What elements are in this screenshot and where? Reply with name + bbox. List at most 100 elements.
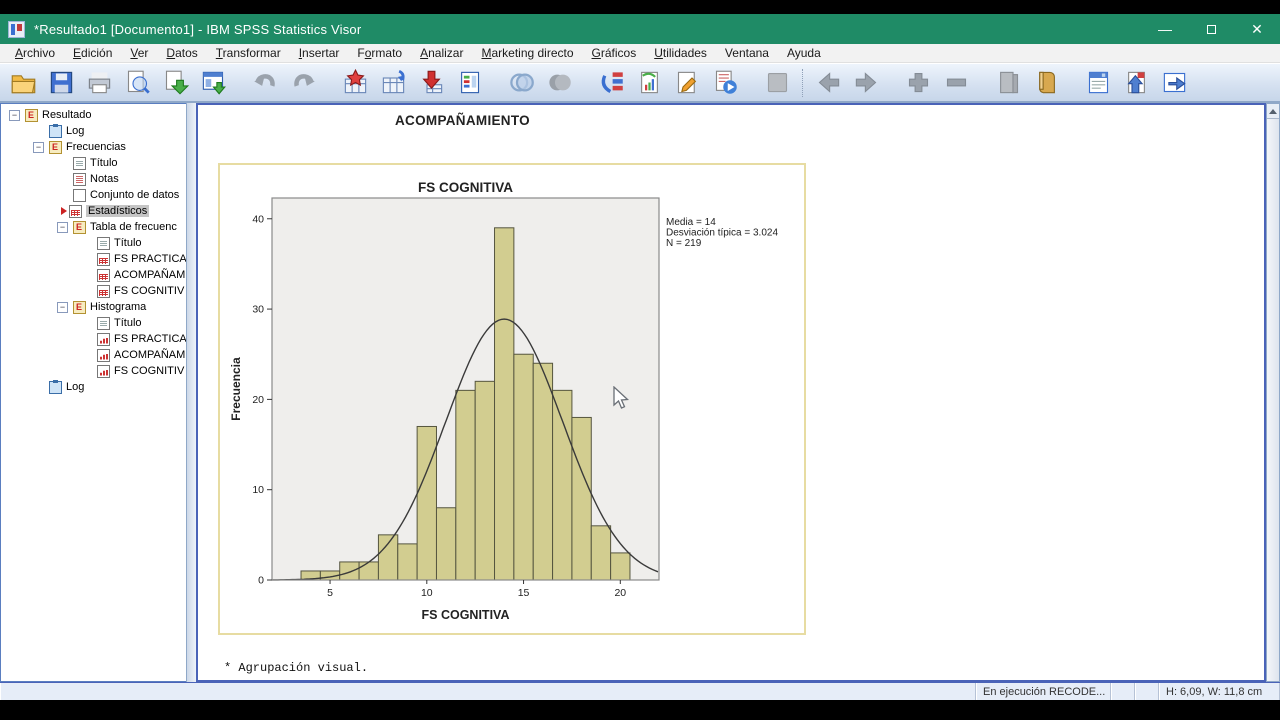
tree-item-log-2[interactable]: Log xyxy=(1,379,186,395)
toolbar xyxy=(0,63,1280,103)
chart-doc-icon xyxy=(97,349,110,362)
output-book-icon xyxy=(73,221,86,234)
menu-utilidades[interactable]: Utilidades xyxy=(645,45,716,61)
tree-item-estadisticos[interactable]: Estadísticos xyxy=(1,203,186,219)
tree-item-conjunto-de-datos[interactable]: Conjunto de datos xyxy=(1,187,186,203)
insert-title-icon[interactable] xyxy=(670,66,704,100)
histogram-chart-frame[interactable]: 5101520010203040FS COGNITIVAFS COGNITIVA… xyxy=(218,163,806,635)
tree-item-histograma[interactable]: −Histograma xyxy=(1,299,186,315)
tree-item-acompanamiento-tabla[interactable]: ACOMPAÑAM xyxy=(1,267,186,283)
toolbar-separator xyxy=(802,69,803,97)
menu-marketing-directo[interactable]: Marketing directo xyxy=(472,45,582,61)
tree-item-acompanamiento-histograma[interactable]: ACOMPAÑAM xyxy=(1,347,186,363)
insert-chart-icon[interactable] xyxy=(1157,66,1191,100)
tree-item-notas[interactable]: Notas xyxy=(1,171,186,187)
tree-item-fs-practica-tabla[interactable]: FS PRACTICA xyxy=(1,251,186,267)
svg-text:N = 219: N = 219 xyxy=(666,238,702,249)
select-cases-icon[interactable] xyxy=(504,66,538,100)
menu-ver[interactable]: Ver xyxy=(121,45,157,61)
restore-icon xyxy=(1207,25,1216,34)
table-doc-icon xyxy=(97,285,110,298)
recall-dialogs-icon[interactable] xyxy=(196,66,230,100)
expand-icon[interactable] xyxy=(901,66,935,100)
svg-text:5: 5 xyxy=(327,587,333,599)
menu-insertar[interactable]: Insertar xyxy=(290,45,349,61)
mouse-cursor xyxy=(610,386,632,410)
status-cell-empty-2 xyxy=(1135,683,1159,700)
print-icon[interactable] xyxy=(82,66,116,100)
dataset-doc-icon xyxy=(73,189,86,202)
vertical-scrollbar[interactable] xyxy=(1266,103,1280,682)
tree-item-frecuencias[interactable]: −Frecuencias xyxy=(1,139,186,155)
menu-transformar[interactable]: Transformar xyxy=(207,45,290,61)
status-size-cell: H: 6,09, W: 11,8 cm xyxy=(1159,683,1280,700)
collapse-toggle-icon[interactable]: − xyxy=(33,142,44,153)
redo-icon[interactable] xyxy=(286,66,320,100)
chart-doc-icon xyxy=(97,365,110,378)
menu-edicion[interactable]: Edición xyxy=(64,45,121,61)
hide-icon[interactable] xyxy=(1029,66,1063,100)
variables-icon[interactable] xyxy=(452,66,486,100)
promote-icon[interactable] xyxy=(811,66,845,100)
collapse-icon[interactable] xyxy=(939,66,973,100)
svg-text:20: 20 xyxy=(252,394,264,406)
letterbox-top xyxy=(0,0,1280,14)
svg-text:10: 10 xyxy=(421,587,433,599)
goto-variable-icon[interactable] xyxy=(414,66,448,100)
svg-text:20: 20 xyxy=(614,587,626,599)
goto-case-icon[interactable] xyxy=(376,66,410,100)
collapse-toggle-icon[interactable]: − xyxy=(57,302,68,313)
svg-text:Media = 14: Media = 14 xyxy=(666,217,716,228)
collapse-toggle-icon[interactable]: − xyxy=(9,110,20,121)
tree-item-titulo[interactable]: Título xyxy=(1,155,186,171)
split-file-icon[interactable] xyxy=(542,66,576,100)
tree-item-titulo[interactable]: Título xyxy=(1,315,186,331)
main-area: −Resultado Log −Frecuencias Título Notas… xyxy=(0,103,1280,682)
table-doc-icon xyxy=(97,253,110,266)
spss-viewer-window: { "window": { "title": "*Resultado1 [Doc… xyxy=(0,0,1280,720)
insert-heading-icon[interactable] xyxy=(632,66,666,100)
open-icon[interactable] xyxy=(6,66,40,100)
title-doc-icon xyxy=(97,317,110,330)
run-descriptives-icon[interactable] xyxy=(594,66,628,100)
tree-item-fs-cognitiva-tabla[interactable]: FS COGNITIV xyxy=(1,283,186,299)
status-running-cell: En ejecución RECODE... xyxy=(976,683,1111,700)
menu-archivo[interactable]: Archivo xyxy=(6,45,64,61)
collapse-toggle-icon[interactable]: − xyxy=(57,222,68,233)
designate-window-icon[interactable] xyxy=(1081,66,1115,100)
svg-text:Frecuencia: Frecuencia xyxy=(229,357,243,421)
menu-ayuda[interactable]: Ayuda xyxy=(778,45,830,61)
insert-text-icon[interactable] xyxy=(708,66,742,100)
close-button[interactable]: ✕ xyxy=(1234,14,1280,44)
undo-icon[interactable] xyxy=(248,66,282,100)
tree-item-log[interactable]: Log xyxy=(1,123,186,139)
svg-text:FS COGNITIVA: FS COGNITIVA xyxy=(422,608,510,622)
insert-object-icon[interactable] xyxy=(1119,66,1153,100)
current-item-arrow-icon xyxy=(61,207,67,215)
pane-splitter[interactable] xyxy=(186,103,196,682)
menu-datos[interactable]: Datos xyxy=(157,45,206,61)
menu-formato[interactable]: Formato xyxy=(348,45,411,61)
tree-item-titulo[interactable]: Título xyxy=(1,235,186,251)
restore-button[interactable] xyxy=(1188,14,1234,44)
notes-doc-icon xyxy=(73,173,86,186)
tree-item-tabla-de-frecuencias[interactable]: −Tabla de frecuenc xyxy=(1,219,186,235)
print-preview-icon[interactable] xyxy=(120,66,154,100)
scroll-up-icon[interactable] xyxy=(1267,104,1279,119)
log-icon xyxy=(49,125,62,138)
menu-graficos[interactable]: Gráficos xyxy=(583,45,646,61)
export-icon[interactable] xyxy=(158,66,192,100)
disabled-box-icon xyxy=(760,66,794,100)
output-book-icon xyxy=(73,301,86,314)
minimize-button[interactable]: — xyxy=(1142,14,1188,44)
save-icon[interactable] xyxy=(44,66,78,100)
demote-icon[interactable] xyxy=(849,66,883,100)
tree-item-fs-cognitiva-histograma[interactable]: FS COGNITIV xyxy=(1,363,186,379)
menu-ventana[interactable]: Ventana xyxy=(716,45,778,61)
menu-analizar[interactable]: Analizar xyxy=(411,45,472,61)
letterbox-bottom xyxy=(0,700,1280,720)
goto-data-icon[interactable] xyxy=(338,66,372,100)
status-message-cell xyxy=(0,683,976,700)
tree-item-fs-practica-histograma[interactable]: FS PRACTICA xyxy=(1,331,186,347)
tree-item-resultado[interactable]: −Resultado xyxy=(1,107,186,123)
